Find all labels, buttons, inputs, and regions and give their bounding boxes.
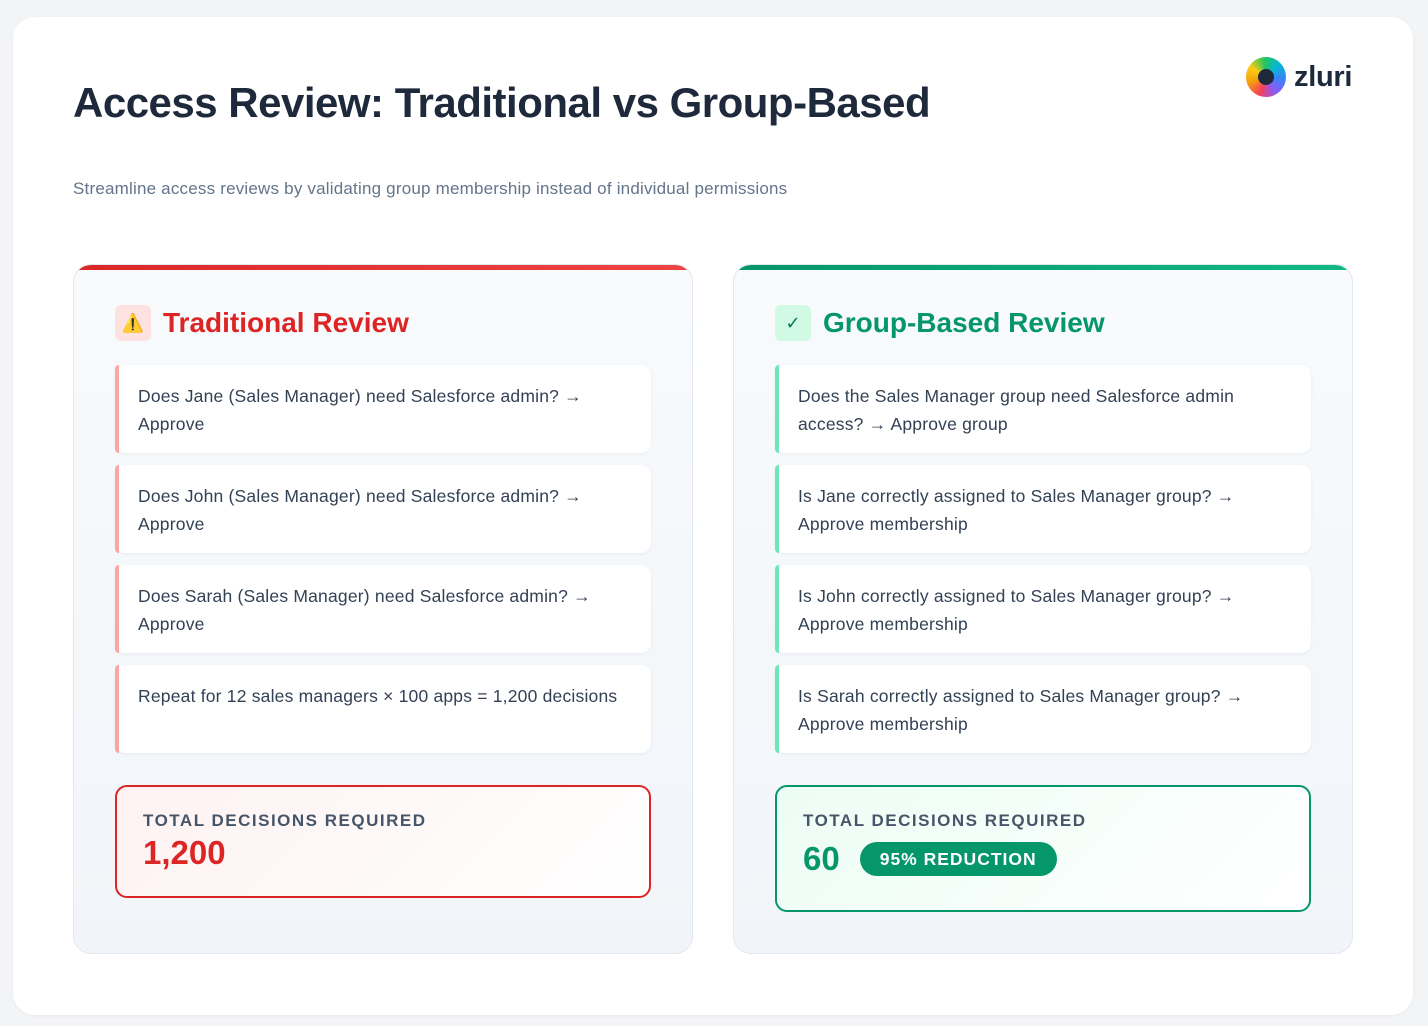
panel-accent-bar xyxy=(734,265,1352,270)
panel-accent-bar xyxy=(74,265,692,270)
list-item: Does Jane (Sales Manager) need Salesforc… xyxy=(115,365,651,453)
list-item: Repeat for 12 sales managers × 100 apps … xyxy=(115,665,651,753)
zluri-logo-icon xyxy=(1246,57,1286,97)
list-item: Does John (Sales Manager) need Salesforc… xyxy=(115,465,651,553)
logo-text: zluri xyxy=(1294,60,1353,93)
total-label: TOTAL DECISIONS REQUIRED xyxy=(803,811,1087,830)
list-item: Does the Sales Manager group need Salesf… xyxy=(775,365,1311,453)
review-items-list: Does the Sales Manager group need Salesf… xyxy=(775,365,1311,765)
total-value: 60 xyxy=(803,840,840,877)
main-card: Access Review: Traditional vs Group-Base… xyxy=(13,17,1413,1015)
page-subtitle: Streamline access reviews by validating … xyxy=(73,179,788,198)
list-item: Is John correctly assigned to Sales Mana… xyxy=(775,565,1311,653)
zluri-logo: zluri xyxy=(1246,57,1352,97)
review-items-list: Does Jane (Sales Manager) need Salesforc… xyxy=(115,365,651,765)
panel-title: Group-Based Review xyxy=(823,307,1105,338)
list-item: Is Jane correctly assigned to Sales Mana… xyxy=(775,465,1311,553)
total-decisions-box: TOTAL DECISIONS REQUIRED 1,200 xyxy=(115,785,651,898)
check-icon: ✓ xyxy=(775,305,811,341)
traditional-review-panel: ⚠️ Traditional Review Does Jane (Sales M… xyxy=(73,264,693,954)
panel-title: Traditional Review xyxy=(163,307,409,338)
list-item: Is Sarah correctly assigned to Sales Man… xyxy=(775,665,1311,753)
total-row: 60 95% REDUCTION xyxy=(803,839,1283,879)
panel-header: ✓ Group-Based Review xyxy=(775,305,1105,341)
total-decisions-box: TOTAL DECISIONS REQUIRED 60 95% REDUCTIO… xyxy=(775,785,1311,912)
panel-header: ⚠️ Traditional Review xyxy=(115,305,409,341)
total-value: 1,200 xyxy=(143,834,226,871)
reduction-badge: 95% REDUCTION xyxy=(859,842,1057,876)
list-item: Does Sarah (Sales Manager) need Salesfor… xyxy=(115,565,651,653)
total-label: TOTAL DECISIONS REQUIRED xyxy=(143,811,427,830)
page-title: Access Review: Traditional vs Group-Base… xyxy=(73,79,931,126)
group-based-review-panel: ✓ Group-Based Review Does the Sales Mana… xyxy=(733,264,1353,954)
warning-icon: ⚠️ xyxy=(115,305,151,341)
